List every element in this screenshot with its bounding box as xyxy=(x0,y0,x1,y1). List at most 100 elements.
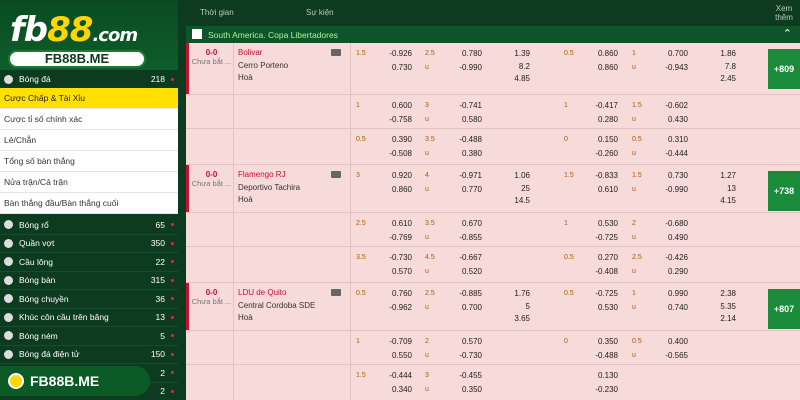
odds-cell[interactable]: -0.680 xyxy=(658,219,688,228)
league-row[interactable]: South America. Copa Libertadores ⌃ xyxy=(186,26,800,43)
more-markets-button[interactable]: +807 xyxy=(768,289,800,329)
odds-cell[interactable]: -0.408 xyxy=(588,267,618,276)
odds-cell[interactable]: 0.990 xyxy=(658,289,688,298)
odds-cell[interactable]: -0.417 xyxy=(588,101,618,110)
sidebar-item-sport[interactable]: Bóng đá điện tử 150 xyxy=(0,346,178,364)
odds-cell[interactable]: 0.700 xyxy=(658,49,688,58)
odds-cell[interactable]: -0.230 xyxy=(588,385,618,394)
odds-cell[interactable]: -0.565 xyxy=(658,351,688,360)
odds-cell[interactable]: -0.602 xyxy=(658,101,688,110)
submenu-item[interactable]: Lẻ/Chẵn xyxy=(0,130,178,151)
more-markets-button[interactable]: +809 xyxy=(768,49,800,89)
odds-cell[interactable]: -0.962 xyxy=(382,303,412,312)
odds-cell[interactable]: -0.488 xyxy=(588,351,618,360)
odds-cell[interactable]: 0.700 xyxy=(452,303,482,312)
submenu-item[interactable]: Tổng số bàn thắng xyxy=(0,151,178,172)
stats-icon[interactable] xyxy=(331,171,341,178)
odds-cell[interactable]: 0.860 xyxy=(382,185,412,194)
odds-1x2-cell[interactable]: 2.45 xyxy=(710,74,736,83)
odds-1x2-cell[interactable]: 1.39 xyxy=(504,49,530,58)
odds-cell[interactable]: 0.770 xyxy=(452,185,482,194)
brand-logo[interactable]: fb88.com FB88B.ME xyxy=(0,0,178,70)
odds-1x2-cell[interactable]: 1.27 xyxy=(710,171,736,180)
odds-cell[interactable]: 0.730 xyxy=(658,171,688,180)
odds-cell[interactable]: -0.855 xyxy=(452,233,482,242)
stats-icon[interactable] xyxy=(331,289,341,296)
odds-cell[interactable]: 0.530 xyxy=(588,303,618,312)
sidebar-item-sport[interactable]: Cầu lông 22 xyxy=(0,253,178,272)
odds-cell[interactable]: -0.709 xyxy=(382,337,412,346)
odds-cell[interactable]: -0.943 xyxy=(658,63,688,72)
sidebar-item-sport[interactable]: Bóng bàn 315 xyxy=(0,272,178,290)
odds-cell[interactable]: 0.860 xyxy=(588,49,618,58)
odds-cell[interactable]: 0.550 xyxy=(382,351,412,360)
stats-icon[interactable] xyxy=(331,49,341,56)
odds-cell[interactable]: 0.860 xyxy=(588,63,618,72)
odds-1x2-cell[interactable]: 14.5 xyxy=(504,196,530,205)
odds-cell[interactable]: 0.280 xyxy=(588,115,618,124)
odds-cell[interactable]: -0.667 xyxy=(452,253,482,262)
odds-cell[interactable]: -0.833 xyxy=(588,171,618,180)
odds-cell[interactable]: 0.570 xyxy=(452,337,482,346)
more-markets-button[interactable]: +738 xyxy=(768,171,800,211)
odds-cell[interactable]: -0.444 xyxy=(382,371,412,380)
odds-cell[interactable]: -0.444 xyxy=(658,149,688,158)
odds-cell[interactable]: 0.600 xyxy=(382,101,412,110)
odds-cell[interactable]: 0.150 xyxy=(588,135,618,144)
odds-cell[interactable]: 0.610 xyxy=(588,185,618,194)
bottom-brand-badge[interactable]: FB88B.ME xyxy=(0,366,150,396)
odds-cell[interactable]: -0.730 xyxy=(382,253,412,262)
odds-cell[interactable]: 0.130 xyxy=(588,371,618,380)
odds-cell[interactable]: -0.426 xyxy=(658,253,688,262)
sidebar-item-sport[interactable]: Bóng ném 5 xyxy=(0,327,178,346)
odds-cell[interactable]: 0.390 xyxy=(382,135,412,144)
odds-cell[interactable]: -0.488 xyxy=(452,135,482,144)
odds-cell[interactable]: 0.780 xyxy=(452,49,482,58)
odds-cell[interactable]: 0.740 xyxy=(658,303,688,312)
odds-cell[interactable]: 0.530 xyxy=(588,219,618,228)
odds-cell[interactable]: 0.610 xyxy=(382,219,412,228)
sidebar-item-sport[interactable]: Khúc côn cầu trên băng 13 xyxy=(0,309,178,327)
odds-cell[interactable]: 0.760 xyxy=(382,289,412,298)
odds-1x2-cell[interactable]: 5 xyxy=(504,302,530,311)
odds-cell[interactable]: -0.971 xyxy=(452,171,482,180)
odds-1x2-cell[interactable]: 8.2 xyxy=(504,62,530,71)
odds-1x2-cell[interactable]: 2.14 xyxy=(710,314,736,323)
odds-cell[interactable]: 0.730 xyxy=(382,63,412,72)
odds-cell[interactable]: 0.350 xyxy=(588,337,618,346)
odds-cell[interactable]: 0.350 xyxy=(452,385,482,394)
odds-cell[interactable]: 0.400 xyxy=(658,337,688,346)
odds-cell[interactable]: -0.508 xyxy=(382,149,412,158)
odds-1x2-cell[interactable]: 1.86 xyxy=(710,49,736,58)
odds-cell[interactable]: -0.926 xyxy=(382,49,412,58)
odds-cell[interactable]: 0.380 xyxy=(452,149,482,158)
odds-cell[interactable]: -0.725 xyxy=(588,289,618,298)
odds-cell[interactable]: -0.455 xyxy=(452,371,482,380)
odds-cell[interactable]: -0.990 xyxy=(452,63,482,72)
odds-cell[interactable]: 0.520 xyxy=(452,267,482,276)
odds-1x2-cell[interactable]: 13 xyxy=(710,184,736,193)
odds-cell[interactable]: -0.260 xyxy=(588,149,618,158)
odds-cell[interactable]: 0.310 xyxy=(658,135,688,144)
sidebar-item-football[interactable]: Bóng đá 218 xyxy=(0,70,178,88)
collapse-icon[interactable]: ⌃ xyxy=(783,27,792,40)
submenu-item[interactable]: Cược Chấp & Tài Xỉu xyxy=(0,88,178,109)
odds-1x2-cell[interactable]: 4.85 xyxy=(504,74,530,83)
odds-cell[interactable]: 0.430 xyxy=(658,115,688,124)
odds-cell[interactable]: -0.990 xyxy=(658,185,688,194)
odds-cell[interactable]: 0.570 xyxy=(382,267,412,276)
submenu-item[interactable]: Bàn thắng đầu/Bàn thắng cuối xyxy=(0,193,178,214)
odds-cell[interactable]: -0.769 xyxy=(382,233,412,242)
odds-1x2-cell[interactable]: 1.76 xyxy=(504,289,530,298)
odds-cell[interactable]: -0.725 xyxy=(588,233,618,242)
odds-cell[interactable]: 0.920 xyxy=(382,171,412,180)
odds-cell[interactable]: -0.885 xyxy=(452,289,482,298)
odds-cell[interactable]: -0.741 xyxy=(452,101,482,110)
odds-1x2-cell[interactable]: 2.38 xyxy=(710,289,736,298)
odds-cell[interactable]: 0.490 xyxy=(658,233,688,242)
odds-1x2-cell[interactable]: 5.35 xyxy=(710,302,736,311)
submenu-item[interactable]: Cược tỉ số chính xác xyxy=(0,109,178,130)
sidebar-item-sport[interactable]: Bóng rổ 65 xyxy=(0,216,178,235)
odds-1x2-cell[interactable]: 1.06 xyxy=(504,171,530,180)
odds-1x2-cell[interactable]: 7.8 xyxy=(710,62,736,71)
